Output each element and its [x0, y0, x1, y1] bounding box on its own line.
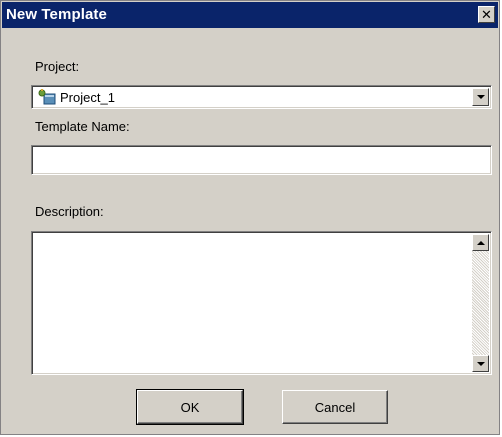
description-textarea[interactable] [34, 234, 470, 372]
description-scrollbar[interactable] [472, 234, 489, 372]
chevron-down-icon [476, 95, 485, 99]
project-selected-value: Project_1 [60, 90, 115, 105]
project-label: Project: [35, 59, 80, 74]
scroll-up-button[interactable] [472, 234, 489, 251]
close-icon: ✕ [481, 6, 492, 22]
close-button[interactable]: ✕ [478, 6, 495, 23]
new-template-dialog: New Template ✕ Project: Project_1 Templa… [0, 0, 500, 435]
dialog-title: New Template [6, 6, 107, 23]
description-field [31, 231, 492, 375]
ok-button[interactable]: OK [136, 389, 244, 425]
project-combobox[interactable]: Project_1 [31, 85, 492, 109]
cancel-button[interactable]: Cancel [282, 390, 388, 424]
description-label: Description: [35, 204, 104, 219]
title-bar[interactable]: New Template ✕ [2, 2, 498, 28]
template-name-input[interactable] [31, 145, 492, 175]
arrow-up-icon [476, 240, 485, 245]
project-icon [38, 89, 56, 105]
arrow-down-icon [476, 361, 485, 366]
template-name-label: Template Name: [35, 119, 130, 134]
scroll-down-button[interactable] [472, 355, 489, 372]
project-dropdown-button[interactable] [472, 88, 489, 106]
